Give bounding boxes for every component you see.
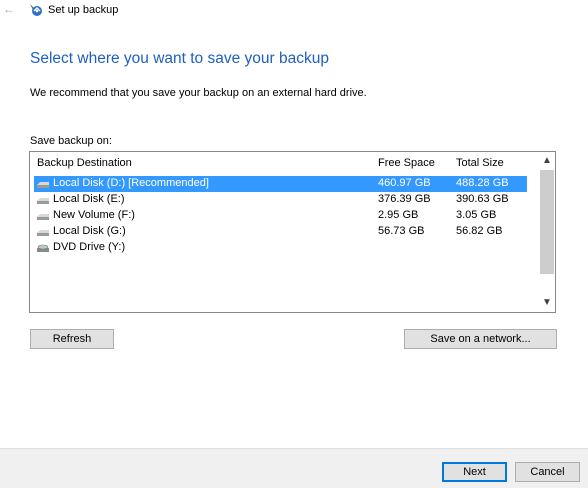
save-backup-on-label: Save backup on: — [30, 135, 112, 147]
dvd-drive-icon — [37, 244, 49, 252]
destination-name: New Volume (F:) — [53, 209, 135, 221]
backup-destination-list[interactable]: Backup Destination Free Space Total Size… — [29, 151, 556, 313]
refresh-button[interactable]: Refresh — [30, 329, 114, 349]
free-space-value: 2.95 GB — [378, 209, 419, 221]
column-header-free-space[interactable]: Free Space — [378, 157, 435, 169]
destination-name: DVD Drive (Y:) — [53, 241, 126, 253]
scroll-thumb[interactable] — [540, 170, 554, 274]
table-row[interactable]: Local Disk (D:) [Recommended] 460.97 GB 48… — [34, 176, 527, 192]
table-row[interactable]: New Volume (F:) 2.95 GB 3.05 GB — [34, 208, 527, 224]
scroll-up-icon[interactable]: ▲ — [539, 153, 555, 169]
column-header-destination[interactable]: Backup Destination — [37, 157, 132, 169]
destination-name: Local Disk (E:) — [53, 193, 125, 205]
table-row[interactable]: Local Disk (G:) 56.73 GB 56.82 GB — [34, 224, 527, 240]
total-size-value: 56.82 GB — [456, 225, 503, 237]
free-space-value: 460.97 GB — [378, 177, 431, 189]
hard-drive-icon — [37, 182, 49, 188]
destination-name: Local Disk (G:) — [53, 225, 126, 237]
total-size-value: 3.05 GB — [456, 209, 497, 221]
destination-name: Local Disk (D:) [Recommended] — [53, 177, 209, 189]
title-bar: ← Set up backup — [0, 0, 588, 22]
total-size-value: 390.63 GB — [456, 193, 509, 205]
backup-app-icon — [30, 4, 42, 16]
vertical-scrollbar[interactable]: ▲ ▼ — [539, 153, 555, 311]
free-space-value: 56.73 GB — [378, 225, 425, 237]
save-on-network-button[interactable]: Save on a network... — [404, 329, 557, 349]
table-row[interactable]: DVD Drive (Y:) — [34, 240, 527, 256]
recommendation-text: We recommend that you save your backup o… — [30, 87, 367, 99]
column-header-total-size[interactable]: Total Size — [456, 157, 504, 169]
free-space-value: 376.39 GB — [378, 193, 431, 205]
scroll-down-icon[interactable]: ▼ — [539, 295, 555, 311]
window-title: Set up backup — [48, 4, 119, 16]
next-button[interactable]: Next — [442, 462, 507, 482]
table-row[interactable]: Local Disk (E:) 376.39 GB 390.63 GB — [34, 192, 527, 208]
page-heading: Select where you want to save your backu… — [30, 50, 329, 67]
total-size-value: 488.28 GB — [456, 177, 509, 189]
hard-drive-icon — [37, 214, 49, 220]
cancel-button[interactable]: Cancel — [515, 462, 580, 482]
hard-drive-icon — [37, 230, 49, 236]
back-arrow-icon[interactable]: ← — [3, 2, 15, 16]
hard-drive-icon — [37, 198, 49, 204]
